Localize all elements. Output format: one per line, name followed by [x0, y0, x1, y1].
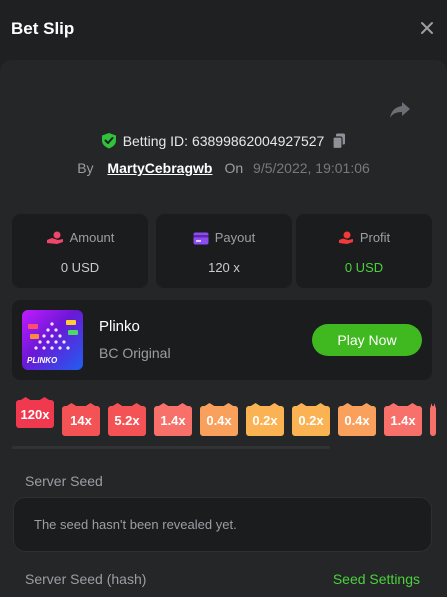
- stat-payout-label: Payout: [214, 230, 256, 245]
- server-seed-value: The seed hasn't been revealed yet.: [34, 517, 237, 532]
- coins-hand-icon: [46, 231, 63, 244]
- multiplier-chip: 1.4x: [154, 406, 192, 436]
- money-hand-icon: [338, 231, 353, 244]
- server-seed-hash-label: Server Seed (hash): [25, 571, 147, 587]
- multiplier-strip[interactable]: 120x 14x 5.2x 1.4x 0.4x 0.2x 0.2x 0.4x 1…: [0, 396, 447, 440]
- multiplier-scrollbar[interactable]: [12, 446, 330, 449]
- server-seed-label: Server Seed: [25, 473, 103, 489]
- header: Bet Slip: [0, 0, 447, 60]
- multiplier-chip: 5.2x: [108, 406, 146, 436]
- stat-payout: Payout 120 x: [156, 214, 292, 288]
- stat-profit-value: 0 USD: [344, 260, 384, 275]
- bet-date: 9/5/2022, 19:01:06: [253, 160, 370, 176]
- multiplier-chip: 14x: [62, 406, 100, 436]
- stat-profit-label: Profit: [359, 230, 391, 245]
- by-label: By: [77, 160, 94, 176]
- multiplier-chip: 120x: [16, 400, 54, 428]
- multiplier-chip: 0.2x: [292, 406, 330, 436]
- stat-amount: Amount 0 USD: [12, 214, 148, 288]
- multiplier-chip: 0.4x: [200, 406, 238, 436]
- copy-icon[interactable]: [332, 133, 346, 149]
- close-icon[interactable]: [419, 20, 435, 36]
- multiplier-chip: 0.2x: [246, 406, 284, 436]
- game-provider: BC Original: [99, 345, 171, 361]
- card-icon: [193, 232, 209, 245]
- on-label: On: [224, 160, 244, 176]
- stat-amount-value: 0 USD: [60, 260, 100, 275]
- shield-check-icon: [101, 133, 116, 149]
- multiplier-chip-partial: [430, 406, 436, 436]
- multiplier-chip: 0.4x: [338, 406, 376, 436]
- game-name: Plinko: [99, 318, 140, 335]
- betting-id-row: Betting ID: 63899862004927527: [0, 132, 447, 149]
- play-now-button[interactable]: Play Now: [312, 324, 422, 356]
- multiplier-chip: 1.4x: [384, 406, 422, 436]
- stat-payout-value: 120 x: [208, 260, 240, 275]
- server-seed-field: The seed hasn't been revealed yet.: [13, 497, 432, 552]
- game-thumbnail[interactable]: PLINKO: [22, 310, 83, 370]
- seed-settings-link[interactable]: Seed Settings: [333, 571, 420, 587]
- share-icon[interactable]: [389, 100, 411, 120]
- page-title: Bet Slip: [11, 19, 75, 38]
- betting-id: Betting ID: 63899862004927527: [122, 133, 325, 149]
- stat-profit: Profit 0 USD: [296, 214, 432, 288]
- stat-amount-label: Amount: [69, 230, 115, 245]
- game-thumbnail-text: PLINKO: [27, 356, 58, 365]
- user-link[interactable]: MartyCebragwb: [107, 160, 212, 176]
- bet-author-line: By MartyCebragwb On 9/5/2022, 19:01:06: [0, 160, 447, 176]
- game-card: PLINKO Plinko BC Original Play Now: [12, 300, 432, 380]
